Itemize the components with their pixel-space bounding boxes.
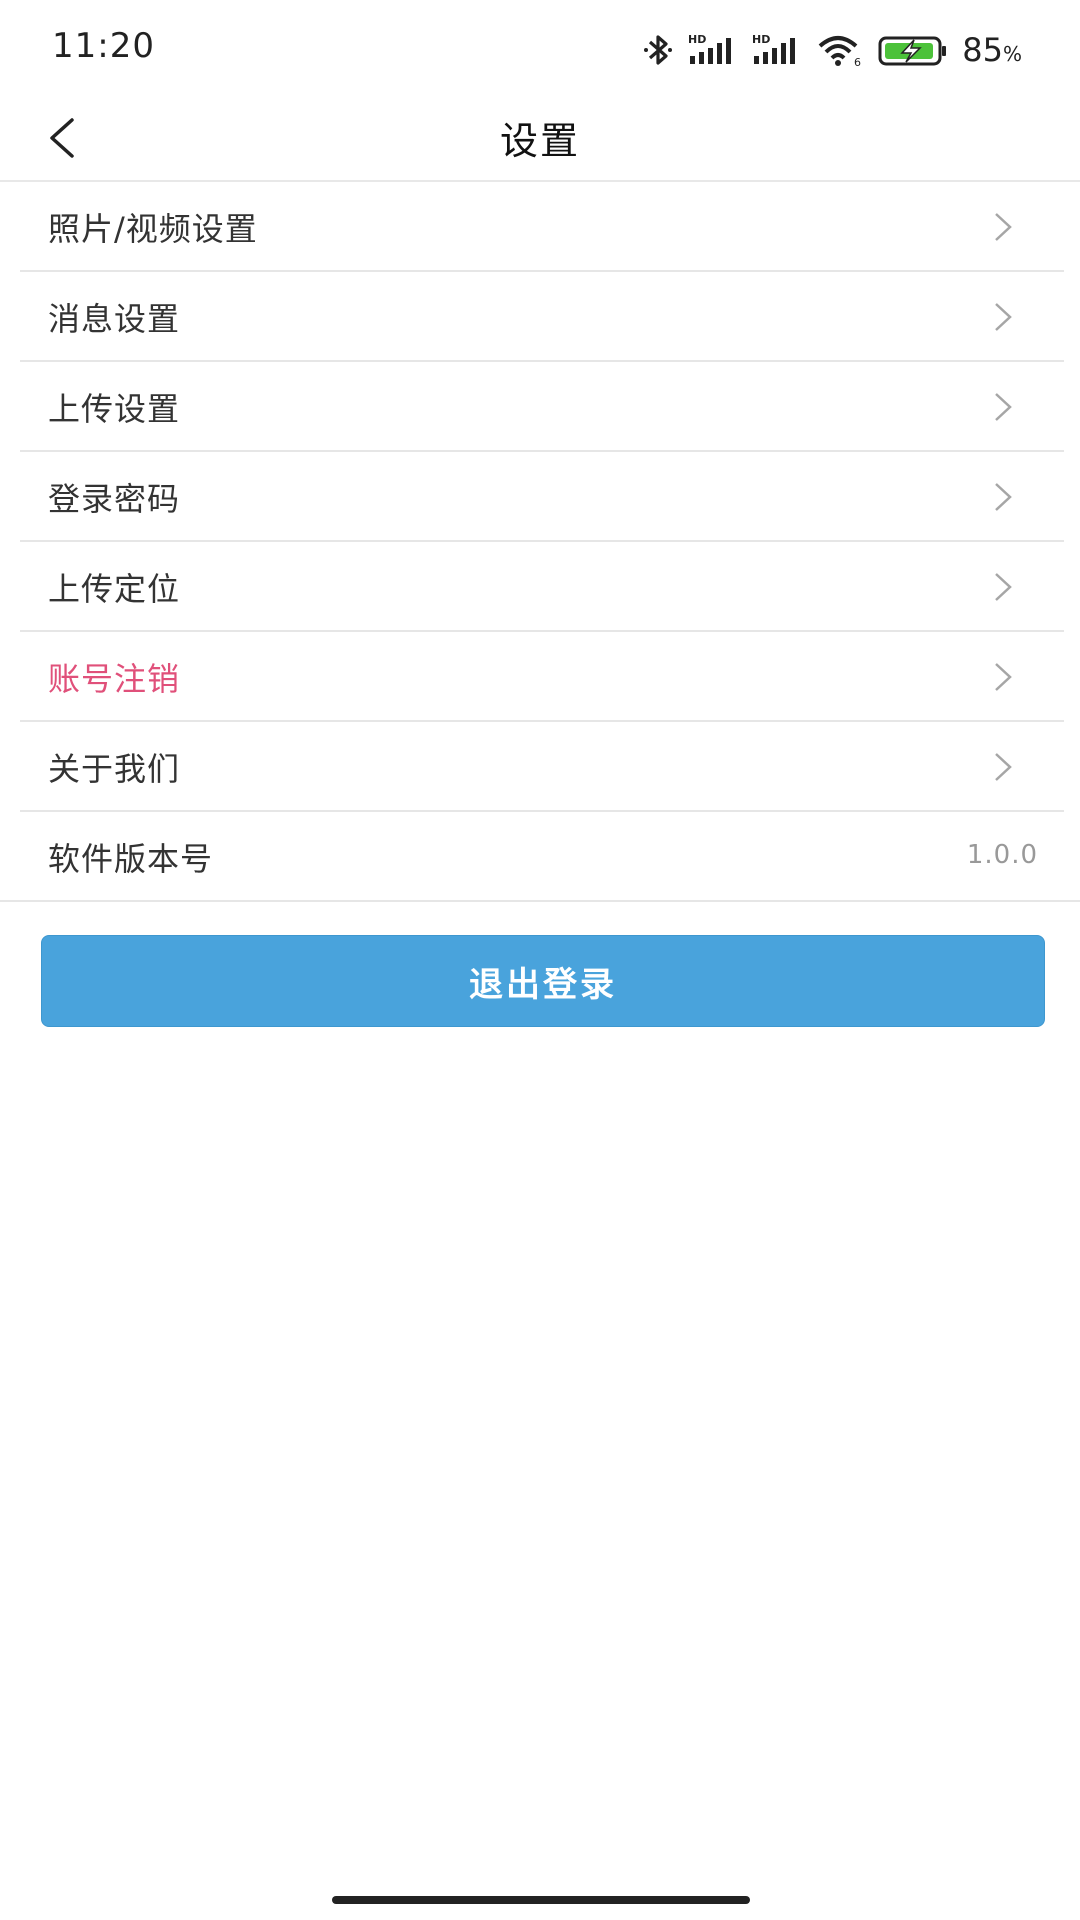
settings-item-label: 上传设置 — [48, 390, 181, 428]
settings-item-message[interactable]: 消息设置 — [20, 272, 1064, 362]
chevron-right-icon — [995, 573, 1012, 601]
svg-text:HD: HD — [752, 33, 770, 46]
chevron-right-icon — [995, 213, 1012, 241]
settings-list: 照片/视频设置 消息设置 上传设置 登录密码 上传定位 账号注销 关于我们 软件… — [0, 182, 1080, 902]
chevron-right-icon — [995, 753, 1012, 781]
settings-item-upload-location[interactable]: 上传定位 — [20, 542, 1064, 632]
hd-signal-icon: HD — [688, 32, 738, 68]
chevron-right-icon — [995, 303, 1012, 331]
bluetooth-icon — [642, 32, 674, 68]
status-icons: HD HD 6 85% — [642, 28, 1022, 72]
settings-item-photo-video[interactable]: 照片/视频设置 — [20, 182, 1064, 272]
settings-item-delete-account[interactable]: 账号注销 — [20, 632, 1064, 722]
wifi-icon: 6 — [816, 32, 864, 68]
svg-text:HD: HD — [688, 33, 706, 46]
settings-item-upload[interactable]: 上传设置 — [20, 362, 1064, 452]
status-time: 11:20 — [52, 26, 155, 66]
settings-item-label: 软件版本号 — [48, 840, 214, 878]
hd-signal-icon: HD — [752, 32, 802, 68]
settings-item-login-password[interactable]: 登录密码 — [20, 452, 1064, 542]
chevron-right-icon — [995, 483, 1012, 511]
settings-item-version: 软件版本号 1.0.0 — [0, 812, 1080, 902]
version-value: 1.0.0 — [966, 840, 1038, 870]
battery-percent: 85% — [962, 31, 1022, 69]
home-indicator[interactable] — [332, 1896, 750, 1904]
battery-charging-icon — [878, 32, 948, 68]
settings-item-label: 账号注销 — [48, 660, 181, 698]
chevron-right-icon — [995, 393, 1012, 421]
settings-item-about-us[interactable]: 关于我们 — [20, 722, 1064, 812]
settings-item-label: 关于我们 — [48, 750, 181, 788]
status-bar: 11:20 HD HD 6 85% — [0, 0, 1080, 96]
settings-item-label: 照片/视频设置 — [48, 210, 258, 248]
settings-item-label: 登录密码 — [48, 480, 181, 518]
header-bar: 设置 — [0, 96, 1080, 182]
logout-button[interactable]: 退出登录 — [41, 935, 1045, 1027]
svg-text:6: 6 — [854, 56, 861, 68]
chevron-right-icon — [995, 663, 1012, 691]
settings-item-label: 上传定位 — [48, 570, 181, 608]
page-title: 设置 — [499, 119, 580, 163]
settings-item-label: 消息设置 — [48, 300, 181, 338]
